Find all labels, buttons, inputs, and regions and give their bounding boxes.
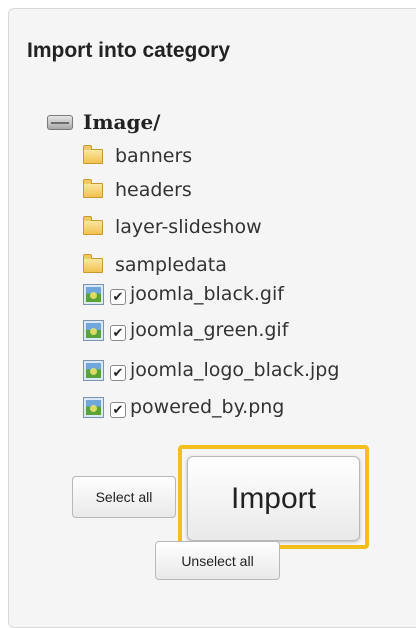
tree-root-label: Image/ (83, 110, 161, 134)
file-label: powered_by.png (130, 396, 285, 418)
file-item[interactable]: ✔ powered_by.png (83, 396, 284, 418)
image-file-icon (83, 319, 104, 341)
file-label: joomla_logo_black.jpg (130, 359, 340, 381)
file-checkbox[interactable]: ✔ (110, 325, 126, 341)
file-item[interactable]: ✔ joomla_black.gif (83, 283, 284, 305)
folder-item-banners[interactable]: banners (83, 144, 193, 167)
select-all-button[interactable]: Select all (72, 476, 176, 518)
drive-icon (47, 114, 73, 130)
folder-icon (83, 253, 103, 273)
folder-item-layer-slideshow[interactable]: layer-slideshow (83, 215, 262, 238)
folder-item-headers[interactable]: headers (83, 178, 192, 201)
image-file-icon (83, 283, 104, 305)
tree-root[interactable]: Image/ (47, 110, 161, 134)
folder-label: sampledata (115, 254, 227, 276)
image-file-icon (83, 396, 104, 418)
folder-label: layer-slideshow (115, 216, 262, 238)
unselect-all-button[interactable]: Unselect all (155, 541, 280, 580)
file-checkbox[interactable]: ✔ (110, 289, 126, 305)
folder-item-sampledata[interactable]: sampledata (83, 253, 227, 276)
file-item[interactable]: ✔ joomla_logo_black.jpg (83, 359, 339, 381)
file-item[interactable]: ✔ joomla_green.gif (83, 319, 288, 341)
file-checkbox[interactable]: ✔ (110, 365, 126, 381)
file-label: joomla_black.gif (130, 283, 284, 305)
folder-label: headers (115, 179, 192, 201)
panel-title: Import into category (27, 39, 231, 62)
folder-icon (83, 144, 103, 164)
image-file-icon (83, 359, 104, 381)
file-checkbox[interactable]: ✔ (110, 402, 126, 418)
folder-icon (83, 178, 103, 198)
folder-label: banners (115, 145, 193, 167)
import-button[interactable]: Import (187, 456, 360, 541)
folder-icon (83, 215, 103, 235)
file-label: joomla_green.gif (130, 319, 289, 341)
